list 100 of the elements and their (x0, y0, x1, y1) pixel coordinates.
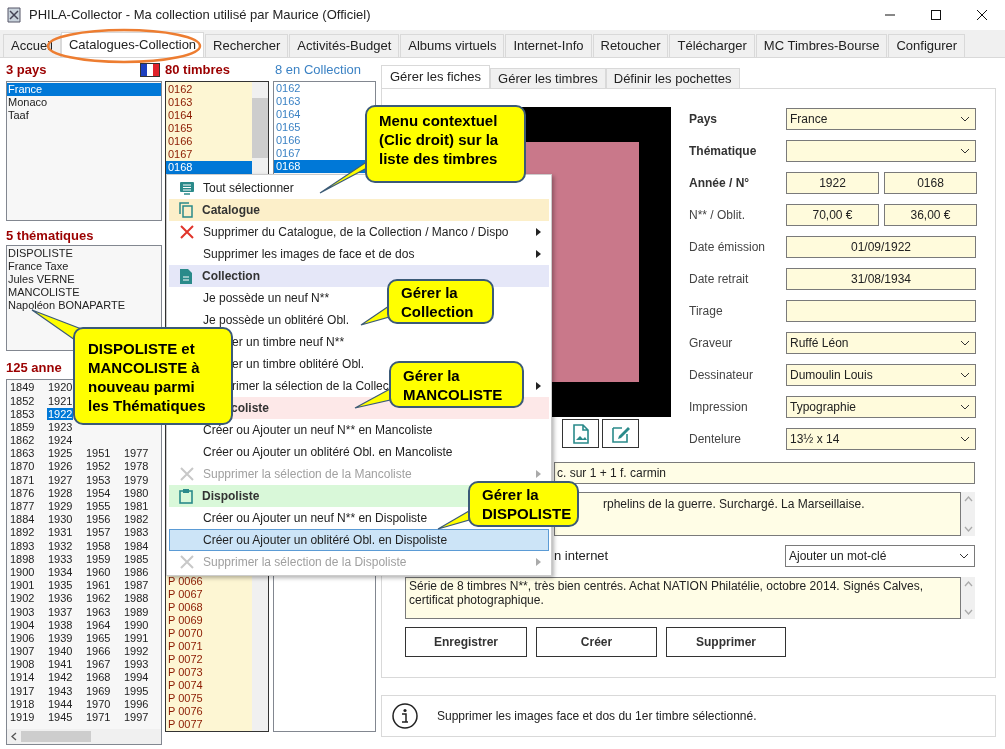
edit-image-button[interactable] (602, 419, 639, 448)
tab[interactable]: Définir les pochettes (605, 68, 740, 88)
list-item[interactable]: 0163 (166, 96, 252, 109)
input-field[interactable]: 1922 (786, 172, 879, 194)
scrollbar-thumb[interactable] (21, 731, 91, 742)
year-item[interactable]: 1943 (47, 684, 74, 697)
scroll-up-icon[interactable] (963, 496, 973, 502)
list-item[interactable]: MANCOLISTE (7, 286, 161, 299)
year-item[interactable]: 1853 (9, 407, 36, 420)
list-item[interactable]: P 0066 (166, 575, 252, 588)
year-item[interactable]: 1978 (123, 460, 150, 473)
list-item[interactable]: P 0072 (166, 653, 252, 666)
year-item[interactable]: 1901 (9, 579, 36, 592)
year-item[interactable]: 1852 (9, 394, 36, 407)
tab[interactable]: MC Timbres-Bourse (755, 34, 888, 57)
year-item[interactable]: 1993 (123, 658, 150, 671)
year-item[interactable]: 1969 (85, 684, 112, 697)
year-item[interactable]: 1959 (85, 552, 112, 565)
year-item[interactable]: 1992 (123, 645, 150, 658)
year-item[interactable]: 1967 (85, 658, 112, 671)
year-item[interactable]: 1871 (9, 473, 36, 486)
year-item[interactable]: 1962 (85, 592, 112, 605)
menu-item[interactable]: er un timbre neuf N** (232, 333, 345, 351)
year-item[interactable]: 1951 (85, 447, 112, 460)
year-item[interactable]: 1922 (47, 407, 74, 420)
year-item[interactable]: 1862 (9, 434, 36, 447)
year-item[interactable]: 1968 (85, 671, 112, 684)
year-item[interactable]: 1921 (47, 394, 74, 407)
menu-item[interactable]: Je possède un oblitéré Obl. (203, 311, 350, 329)
scroll-left-icon[interactable] (11, 732, 17, 741)
scrollbar-thumb[interactable] (252, 98, 268, 158)
vertical-scrollbar[interactable] (961, 577, 975, 619)
menu-item[interactable]: Je possède un neuf N** (203, 289, 330, 307)
year-item[interactable]: 1892 (9, 526, 36, 539)
menu-item[interactable]: Supprimer les images de face et de dos (203, 245, 415, 263)
list-item[interactable]: Napoléon BONAPARTE (7, 299, 161, 312)
year-item[interactable]: 1933 (47, 552, 74, 565)
year-item[interactable]: 1940 (47, 645, 74, 658)
year-item[interactable]: 1919 (9, 711, 36, 723)
year-item[interactable]: 1863 (9, 447, 36, 460)
year-item[interactable]: 1997 (123, 711, 150, 723)
year-item[interactable]: 1945 (47, 711, 74, 723)
year-item[interactable]: 1925 (47, 447, 74, 460)
menu-item[interactable]: Supprimer du Catalogue, de la Collection / Manco / Dispo (203, 223, 509, 241)
list-item[interactable]: 0165 (166, 122, 252, 135)
menu-item[interactable]: Tout sélectionner (203, 179, 294, 197)
scroll-down-icon[interactable] (963, 526, 973, 532)
year-item[interactable]: 1982 (123, 513, 150, 526)
keyword-dropdown[interactable]: Ajouter un mot-clé (785, 545, 975, 567)
list-item[interactable]: France Taxe (7, 260, 161, 273)
menu-item[interactable]: rimer la sélection de la Collec (232, 377, 389, 395)
action-button[interactable]: Supprimer (666, 627, 786, 657)
tab[interactable]: Retoucher (592, 34, 669, 57)
year-item[interactable]: 1966 (85, 645, 112, 658)
dropdown[interactable]: Typographie (786, 396, 976, 418)
year-item[interactable]: 1961 (85, 579, 112, 592)
input-field[interactable]: 31/08/1934 (786, 268, 976, 290)
year-item[interactable]: 1994 (123, 671, 150, 684)
year-item[interactable]: 1979 (123, 473, 150, 486)
year-item[interactable]: 1903 (9, 605, 36, 618)
scroll-up-icon[interactable] (963, 581, 973, 587)
tab[interactable]: Rechercher (205, 34, 289, 57)
year-item[interactable]: 1956 (85, 513, 112, 526)
year-item[interactable]: 1939 (47, 631, 74, 644)
list-item[interactable]: P 0069 (166, 614, 252, 627)
year-item[interactable]: 1953 (85, 473, 112, 486)
year-item[interactable]: 1914 (9, 671, 36, 684)
year-item[interactable]: 1941 (47, 658, 74, 671)
year-item[interactable]: 1955 (85, 500, 112, 512)
year-item[interactable]: 1900 (9, 565, 36, 578)
year-item[interactable]: 1957 (85, 526, 112, 539)
vertical-scrollbar[interactable] (961, 492, 975, 536)
year-item[interactable]: 1876 (9, 486, 36, 499)
list-item[interactable]: DISPOLISTE (7, 247, 161, 260)
year-item[interactable]: 1944 (47, 697, 74, 710)
year-item[interactable]: 1936 (47, 592, 74, 605)
year-item[interactable]: 1942 (47, 671, 74, 684)
action-button[interactable]: Créer (536, 627, 657, 657)
year-item[interactable]: 1931 (47, 526, 74, 539)
menu-item[interactable]: Créer ou Ajouter un oblitéré Obl. en Dispoliste (169, 529, 549, 551)
dropdown[interactable]: France (786, 108, 976, 130)
year-item[interactable]: 1980 (123, 486, 150, 499)
horizontal-scrollbar[interactable] (7, 729, 161, 744)
year-item[interactable]: 1932 (47, 539, 74, 552)
year-item[interactable]: 1988 (123, 592, 150, 605)
year-item[interactable]: 1934 (47, 565, 74, 578)
input-field[interactable]: 36,00 € (884, 204, 977, 226)
menu-item[interactable]: Créer ou Ajouter un oblitéré Obl. en Mancoliste (203, 443, 453, 461)
year-item[interactable]: 1989 (123, 605, 150, 618)
year-item[interactable]: 1924 (47, 434, 74, 447)
list-item[interactable]: 0168 (166, 161, 252, 174)
year-item[interactable]: 1991 (123, 631, 150, 644)
year-item[interactable]: 1996 (123, 697, 150, 710)
year-item[interactable]: 1929 (47, 500, 74, 512)
list-item[interactable]: 0164 (166, 109, 252, 122)
year-item[interactable]: 1983 (123, 526, 150, 539)
year-item[interactable]: 1986 (123, 565, 150, 578)
list-item[interactable]: P 0067 (166, 588, 252, 601)
year-item[interactable]: 1928 (47, 486, 74, 499)
year-item[interactable]: 1870 (9, 460, 36, 473)
